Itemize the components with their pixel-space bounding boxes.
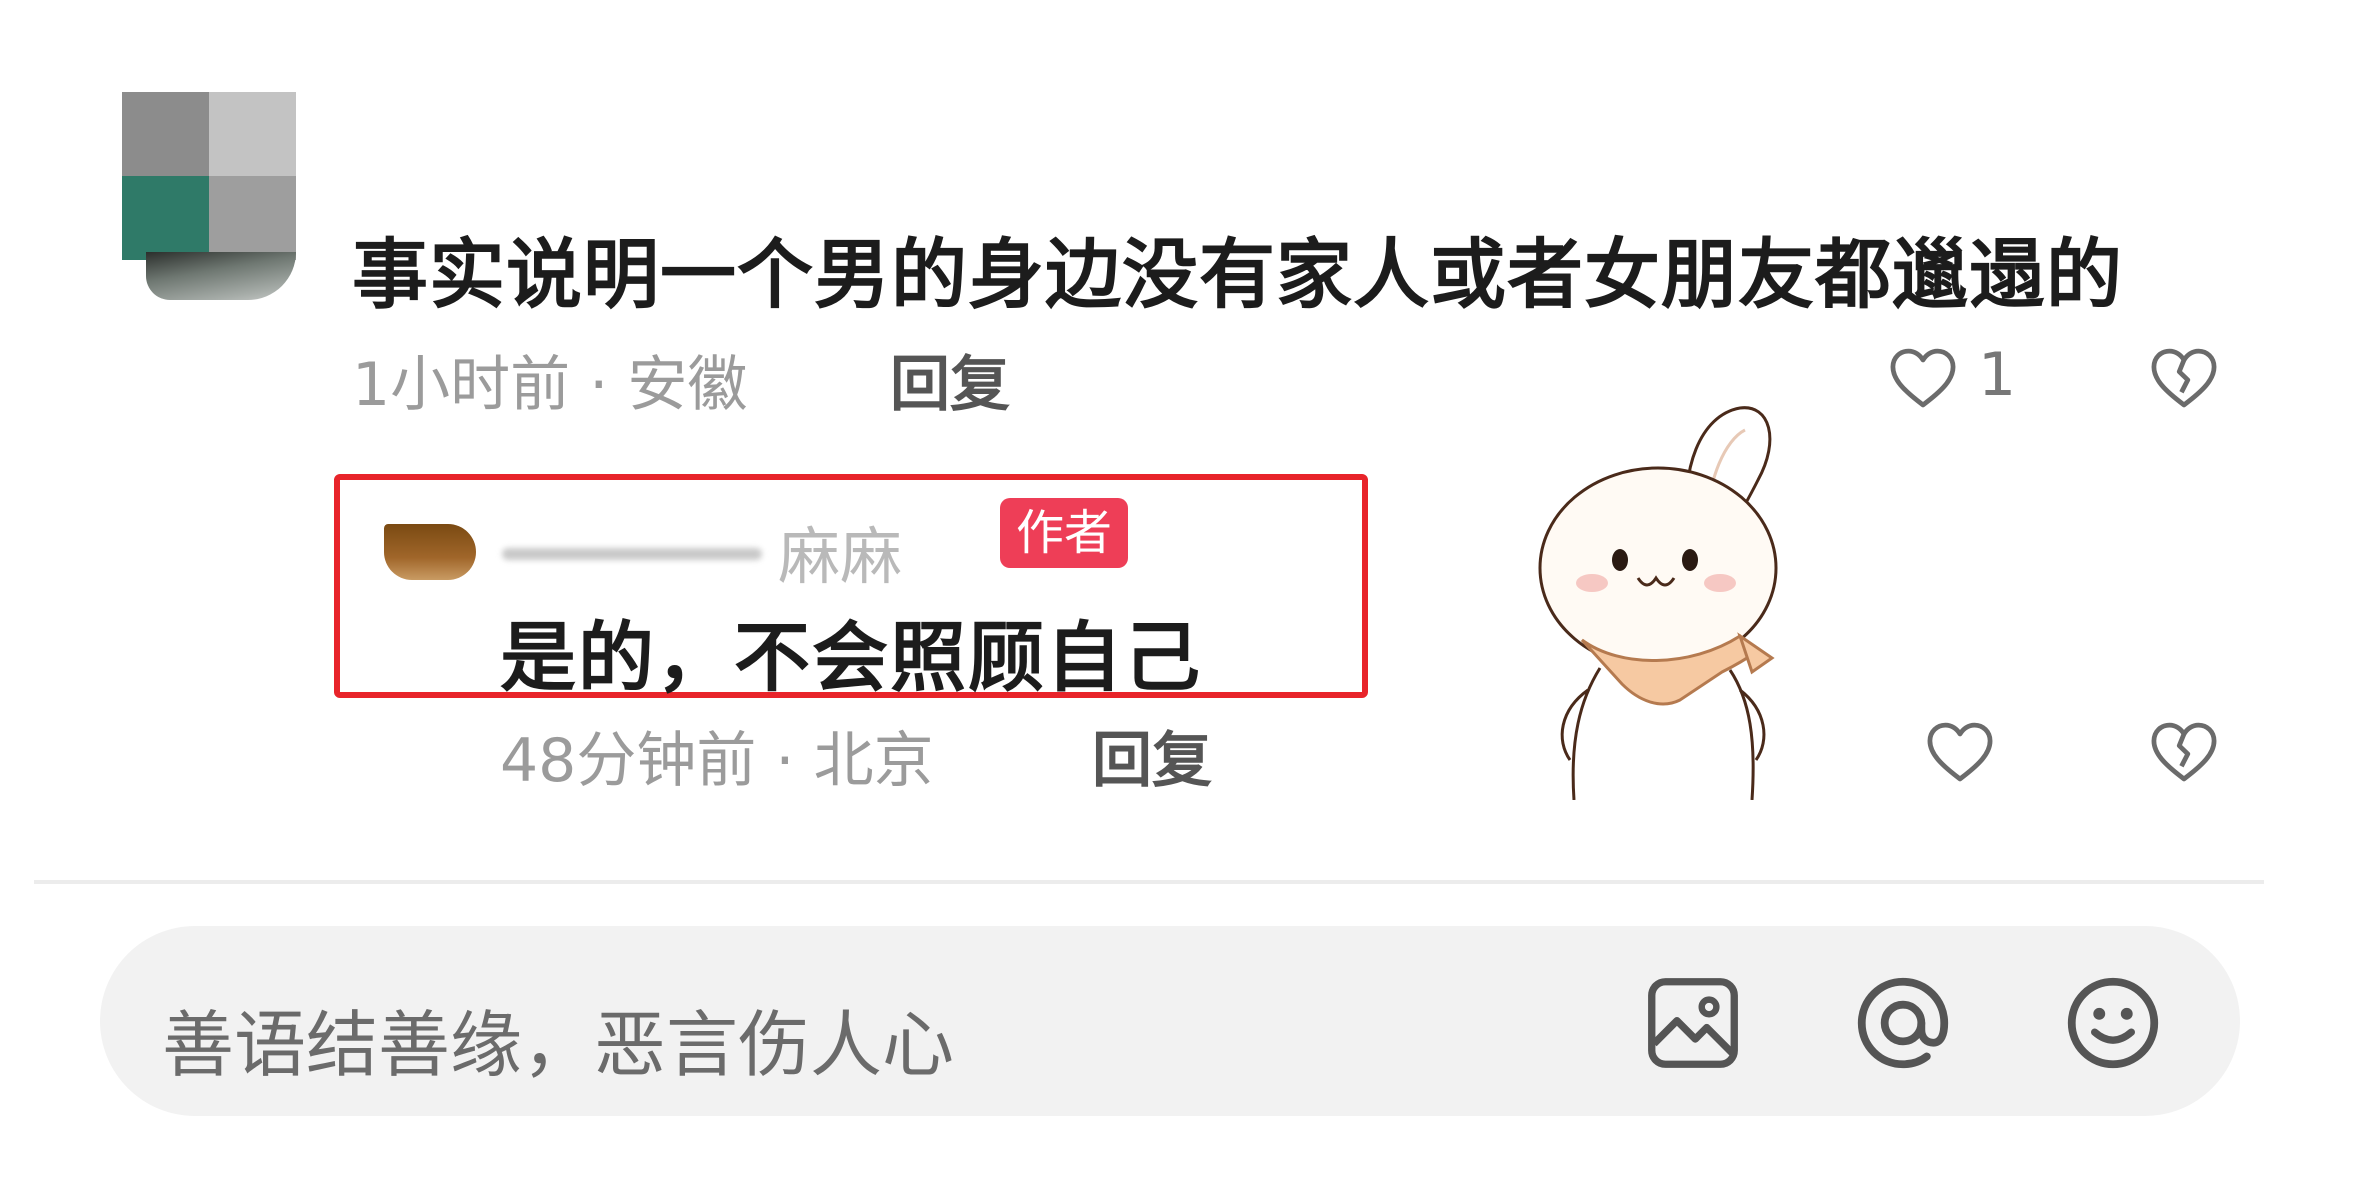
image-icon[interactable] [1638,968,1748,1078]
avatar-pixel [122,92,209,176]
comment-time-location: 1小时前 · 安徽 [352,350,748,420]
broken-heart-icon[interactable] [2146,714,2222,790]
divider [34,880,2264,884]
reply-avatar[interactable] [384,524,476,580]
avatar-pixel [209,92,296,176]
blurred-username [502,548,762,560]
rabbit-sticker [1538,406,1778,800]
heart-icon[interactable] [1885,340,1961,416]
reply-reply-button[interactable]: 回复 [1092,712,1212,799]
avatar-pixel [146,252,296,300]
like-count: 1 [1978,340,2017,410]
avatar-pixel [209,176,296,260]
comment-input-placeholder[interactable]: 善语结善缘，恶言伤人心 [162,986,954,1091]
author-badge: 作者 [1000,498,1129,568]
reply-text: 是的，不会照顾自己 [500,613,1202,702]
comment-reply-button[interactable]: 回复 [890,336,1010,423]
commenter-avatar[interactable] [122,92,296,302]
avatar-pixel [122,176,209,260]
reply-username[interactable]: 麻麻 [778,506,902,596]
broken-heart-icon[interactable] [2146,340,2222,416]
reply-time-location: 48分钟前 · 北京 [500,726,934,796]
smiley-icon[interactable] [2058,968,2168,1078]
comment-text: 事实说明一个男的身边没有家人或者女朋友都邋遢的 [352,230,2123,319]
heart-icon[interactable] [1922,714,1998,790]
at-icon[interactable] [1848,968,1958,1078]
